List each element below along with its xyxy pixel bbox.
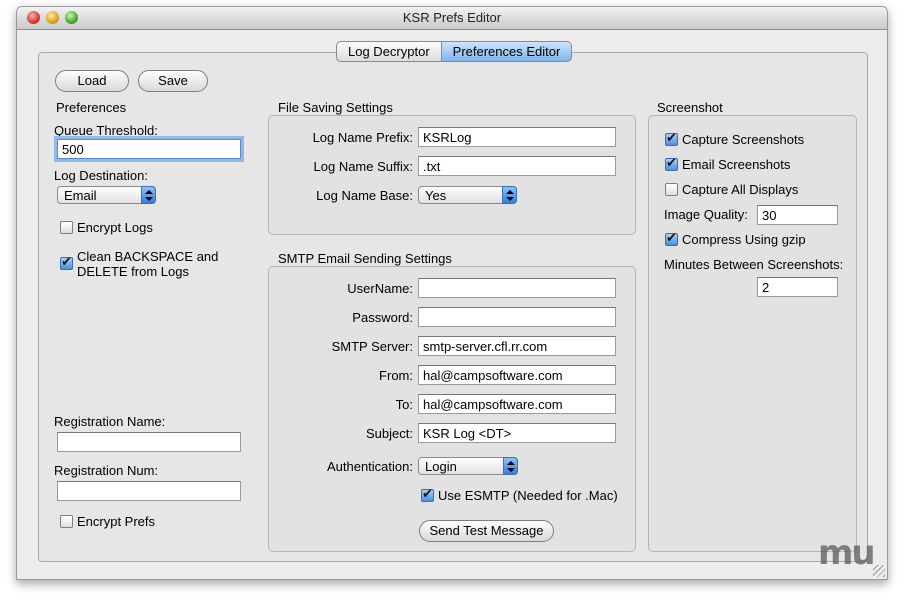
log-prefix-label: Log Name Prefix: [312, 130, 413, 145]
queue-threshold-label: Queue Threshold: [54, 123, 158, 138]
log-base-label: Log Name Base: [316, 188, 413, 203]
image-quality-input[interactable]: 30 [757, 205, 838, 225]
image-quality-label: Image Quality: [664, 207, 748, 222]
log-suffix-input[interactable]: .txt [418, 156, 616, 176]
log-suffix-label: Log Name Suffix: [313, 159, 413, 174]
to-input[interactable]: hal@campsoftware.com [418, 394, 616, 414]
log-base-value: Yes [425, 188, 447, 203]
log-base-select[interactable]: Yes [418, 186, 517, 204]
file-saving-heading: File Saving Settings [278, 100, 393, 115]
subject-label: Subject: [366, 426, 413, 441]
popup-arrows-icon [502, 186, 517, 204]
authentication-label: Authentication: [326, 459, 413, 474]
use-esmtp-checkbox[interactable] [421, 487, 434, 502]
log-prefix-input[interactable]: KSRLog [418, 127, 616, 147]
capture-screenshots-checkbox[interactable] [665, 131, 678, 146]
username-label: UserName: [347, 281, 413, 296]
send-test-message-button[interactable]: Send Test Message [419, 520, 554, 542]
popup-arrows-icon [141, 186, 156, 204]
email-screenshots-label: Email Screenshots [682, 157, 791, 172]
to-label: To: [395, 397, 413, 412]
preferences-heading: Preferences [56, 100, 127, 115]
registration-name-label: Registration Name: [54, 414, 166, 429]
password-input[interactable] [418, 307, 616, 327]
smtp-server-label: SMTP Server: [331, 339, 413, 354]
registration-num-input[interactable] [57, 481, 241, 501]
minutes-between-input[interactable]: 2 [757, 277, 838, 297]
compress-gzip-label: Compress Using gzip [682, 232, 806, 247]
resize-grip-icon[interactable] [873, 565, 885, 577]
watermark-logo: mu [818, 533, 876, 573]
from-label: From: [379, 368, 413, 383]
tab-log-decryptor[interactable]: Log Decryptor [336, 41, 442, 62]
encrypt-prefs-checkbox[interactable] [60, 515, 73, 528]
authentication-select[interactable]: Login [418, 457, 518, 475]
tab-bar: Log Decryptor Preferences Editor [336, 41, 573, 62]
username-input[interactable] [418, 278, 616, 298]
use-esmtp-label: Use ESMTP (Needed for .Mac) [438, 488, 618, 503]
compress-gzip-checkbox[interactable] [665, 231, 678, 246]
log-destination-label: Log Destination: [54, 168, 148, 183]
smtp-heading: SMTP Email Sending Settings [278, 251, 452, 266]
screenshot-group [648, 115, 857, 552]
encrypt-logs-label: Encrypt Logs [77, 220, 153, 235]
smtp-server-input[interactable]: smtp-server.cfl.rr.com [418, 336, 616, 356]
window-title: KSR Prefs Editor [402, 10, 502, 25]
title-bar[interactable]: KSR Prefs Editor [17, 7, 887, 30]
encrypt-logs-checkbox[interactable] [60, 221, 73, 234]
capture-all-displays-label: Capture All Displays [682, 182, 799, 197]
clean-label-line2: DELETE from Logs [77, 264, 189, 279]
from-input[interactable]: hal@campsoftware.com [418, 365, 616, 385]
capture-screenshots-label: Capture Screenshots [682, 132, 805, 147]
registration-num-label: Registration Num: [54, 463, 159, 478]
load-button[interactable]: Load [55, 70, 129, 92]
popup-arrows-icon [503, 457, 518, 475]
screenshot-heading: Screenshot [657, 100, 723, 115]
password-label: Password: [352, 310, 413, 325]
app-window: KSR Prefs Editor Log Decryptor Preferenc… [16, 6, 888, 580]
save-button[interactable]: Save [138, 70, 208, 92]
subject-input[interactable]: KSR Log <DT> [418, 423, 616, 443]
clean-label-line1: Clean BACKSPACE and [77, 249, 219, 264]
log-destination-select[interactable]: Email [57, 186, 156, 204]
clean-backspace-checkbox[interactable] [60, 255, 73, 270]
minutes-between-label: Minutes Between Screenshots: [664, 257, 844, 272]
authentication-value: Login [425, 459, 457, 474]
encrypt-prefs-label: Encrypt Prefs [77, 514, 156, 529]
email-screenshots-checkbox[interactable] [665, 156, 678, 171]
log-destination-value: Email [64, 188, 97, 203]
tab-preferences-editor[interactable]: Preferences Editor [441, 41, 573, 62]
queue-threshold-input[interactable]: 500 [57, 139, 241, 159]
capture-all-displays-checkbox[interactable] [665, 183, 678, 196]
registration-name-input[interactable] [57, 432, 241, 452]
